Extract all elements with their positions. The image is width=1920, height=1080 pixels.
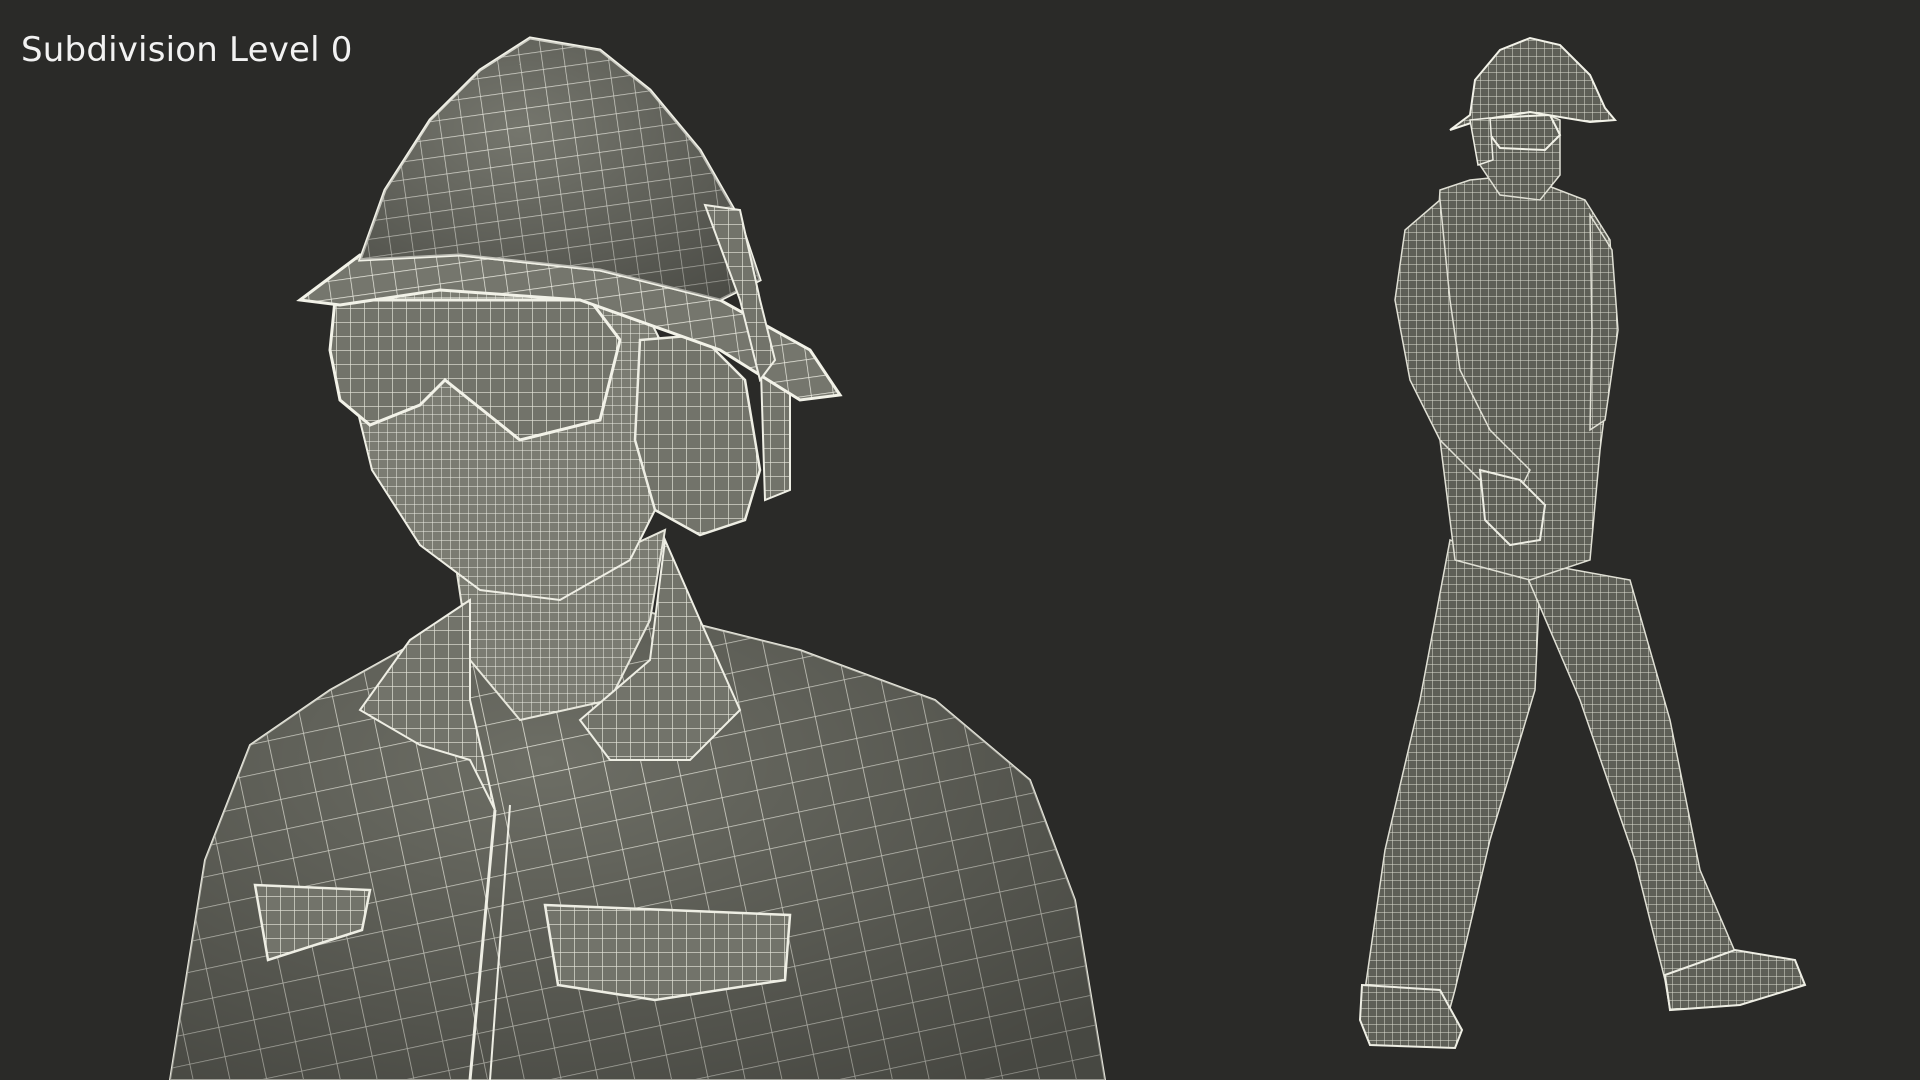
leg-right	[1518, 559, 1746, 1011]
wireframe-render	[168, 36, 1807, 1080]
subdivision-level-label: Subdivision Level 0	[21, 30, 353, 70]
pocket-right	[543, 903, 792, 1002]
leg-left	[1364, 538, 1541, 1046]
arm-right	[1589, 212, 1619, 432]
worker-bust	[168, 36, 1107, 1080]
render-viewport: Subdivision Level 0	[0, 0, 1920, 1080]
worker-full-body	[1358, 36, 1807, 1050]
